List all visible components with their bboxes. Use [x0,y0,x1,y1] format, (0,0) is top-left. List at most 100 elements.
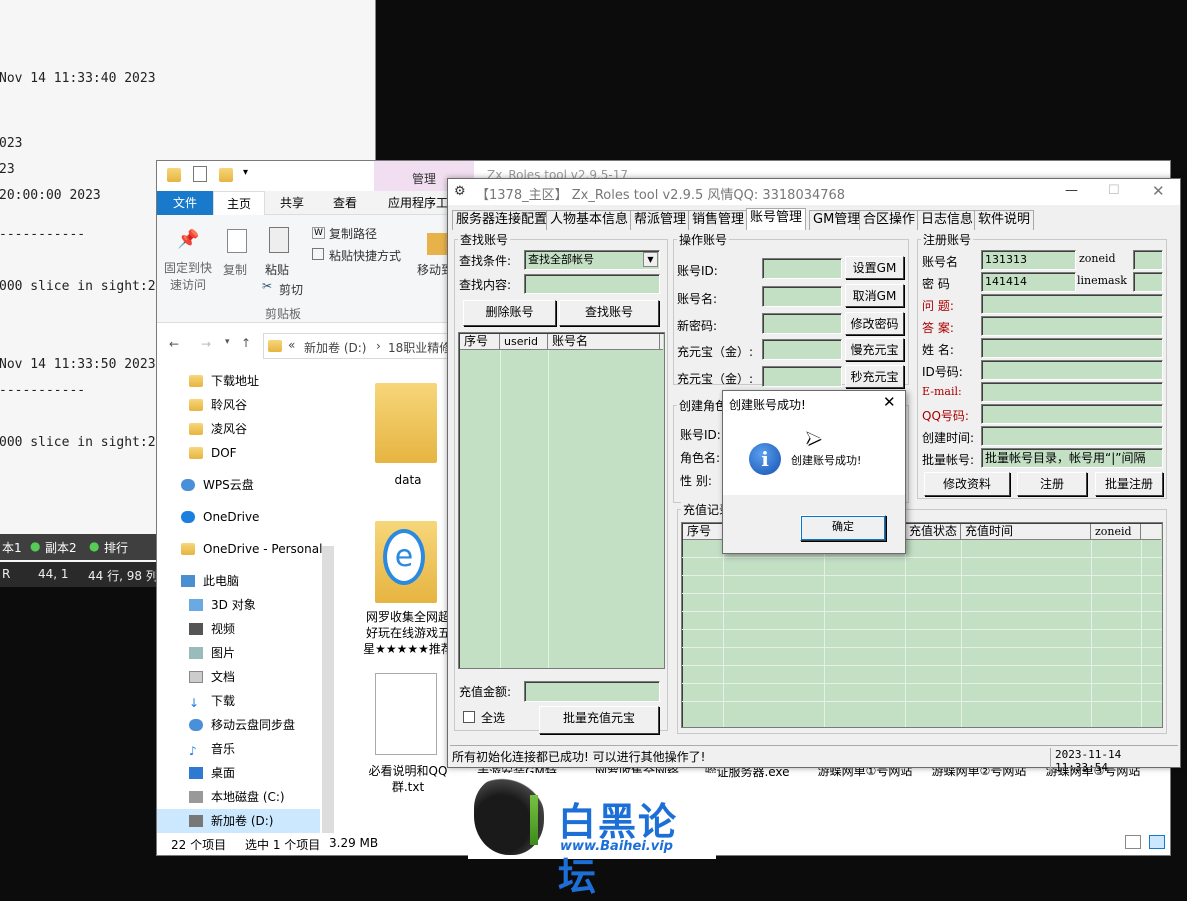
tab-merge-zone[interactable]: 合区操作 [859,210,920,230]
nav-item[interactable]: 桌面 [189,761,235,785]
select-all-checkbox[interactable] [463,711,475,723]
nav-item[interactable]: OneDrive - Personal [181,537,322,561]
slow-recharge-input[interactable] [762,339,842,360]
set-gm-button[interactable]: 设置GM [845,256,904,279]
nav-item[interactable]: 凌风谷 [189,417,247,441]
recharge-amount-input[interactable] [524,681,660,702]
realname-input[interactable] [981,338,1163,358]
condition-select[interactable]: 查找全部帐号 ▼ [524,250,660,270]
reg-password-input[interactable]: 141414 [981,272,1076,292]
batch-account-input[interactable]: 批量帐号目录，帐号用“|”间隔 [981,448,1163,468]
properties-icon[interactable] [193,166,207,182]
close-icon[interactable]: ✕ [883,393,896,411]
nav-item-selected[interactable]: 新加卷 (D:) [157,809,320,833]
details-view-icon[interactable] [1125,835,1141,849]
paste-shortcut-button[interactable]: 粘贴快捷方式 [329,247,401,264]
tab-character-info[interactable]: 人物基本信息 [546,210,633,230]
breadcrumb-overflow[interactable]: « [288,338,295,352]
nav-item[interactable]: ♪ 音乐 [189,737,235,761]
back-icon[interactable]: ← [169,337,179,351]
email-input[interactable] [981,382,1163,402]
breadcrumb-folder[interactable]: 18职业精修 [388,339,451,356]
nav-item[interactable]: 本地磁盘 (C:) [189,785,285,809]
batch-register-button[interactable]: 批量注册 [1095,472,1163,496]
nav-item[interactable]: WPS云盘 [181,473,254,497]
large-icons-view-icon[interactable] [1149,835,1165,849]
tab-share[interactable]: 共享 [267,191,317,215]
nav-item[interactable]: ↓ 下载 [189,689,235,713]
file-item-readme[interactable]: 必看说明和QQ群.txt [363,763,453,795]
nav-scrollbar[interactable] [322,546,334,836]
chevron-down-icon[interactable]: ▾ [243,167,248,178]
file-item-data[interactable]: data [363,473,453,487]
tab-account-manage[interactable]: 账号管理 [746,208,807,230]
question-input[interactable] [981,294,1163,314]
tab-guild[interactable]: 帮派管理 [630,210,691,230]
forward-icon[interactable]: → [201,337,211,351]
tab-sales[interactable]: 销售管理 [688,210,749,230]
nav-item[interactable]: 移动云盘同步盘 [189,713,295,737]
file-item-games[interactable]: 网罗收集全网超好玩在线游戏五星★★★★★推荐 [363,609,453,657]
cut-button[interactable]: 剪切 [279,281,303,298]
col-zoneid[interactable]: zoneid [1091,524,1141,540]
terminal-tab[interactable]: 排行 [104,539,128,556]
paste-button[interactable]: 粘贴 [261,261,293,278]
nav-item[interactable]: 聆风谷 [189,393,247,417]
nav-item[interactable]: 下载地址 [189,369,259,393]
account-list-grid[interactable]: 序号 userid 账号名 [458,332,665,669]
nav-item[interactable]: OneDrive [181,505,259,529]
tab-gm-manage[interactable]: GM管理 [809,210,865,230]
change-password-button[interactable]: 修改密码 [845,312,904,335]
col-userid[interactable]: userid [500,334,548,350]
terminal-tab[interactable]: 副本2 [45,539,77,556]
maximize-icon[interactable]: ☐ [1108,183,1120,198]
nav-item[interactable]: 3D 对象 [189,593,256,617]
close-icon[interactable]: ✕ [1152,182,1165,200]
fast-recharge-button[interactable]: 秒充元宝 [845,365,904,388]
pin-quick-access-button[interactable]: 固定到快速访问 [162,259,214,293]
batch-recharge-button[interactable]: 批量充值元宝 [539,706,659,734]
tab-home[interactable]: 主页 [213,191,265,215]
search-content-input[interactable] [524,274,660,294]
delete-account-button[interactable]: 删除账号 [463,300,556,326]
recent-chevron-icon[interactable]: ▾ [225,337,230,347]
col-index[interactable]: 序号 [683,524,723,540]
qq-input[interactable] [981,404,1163,424]
breadcrumb-drive[interactable]: 新加卷 (D:) [304,339,366,356]
chevron-down-icon[interactable]: ▼ [643,252,658,267]
idcard-input[interactable] [981,360,1163,380]
tab-about[interactable]: 软件说明 [974,210,1035,230]
terminal-tab[interactable]: 本1 [2,539,22,556]
col-index[interactable]: 序号 [460,334,500,350]
tab-server-config[interactable]: 服务器连接配置 [452,210,552,230]
cancel-gm-button[interactable]: 取消GM [845,284,904,307]
slow-recharge-button[interactable]: 慢充元宝 [845,338,904,361]
account-id-input[interactable] [762,258,842,279]
tab-file[interactable]: 文件 [157,191,213,215]
ok-button[interactable]: 确定 [800,515,886,541]
find-account-button[interactable]: 查找账号 [559,300,659,326]
zoneid-input[interactable] [1133,250,1163,270]
manage-tab[interactable]: 管理 [412,170,436,187]
reg-account-input[interactable]: 131313 [981,250,1076,270]
nav-item[interactable]: 图片 [189,641,235,665]
linemask-input[interactable] [1133,272,1163,292]
new-password-input[interactable] [762,313,842,334]
tab-view[interactable]: 查看 [320,191,370,215]
minimize-icon[interactable]: — [1065,183,1078,198]
nav-item[interactable]: 视频 [189,617,235,641]
copy-path-button[interactable]: 复制路径 [329,225,377,242]
fast-recharge-input[interactable] [762,366,842,387]
edit-profile-button[interactable]: 修改资料 [924,472,1010,496]
copy-button[interactable]: 复制 [219,261,251,278]
address-bar[interactable]: « 新加卷 (D:) › 18职业精修 [263,333,463,359]
nav-item[interactable]: 此电脑 [181,569,239,593]
up-icon[interactable]: ↑ [241,336,251,350]
register-button[interactable]: 注册 [1017,472,1087,496]
tab-logs[interactable]: 日志信息 [917,210,978,230]
col-status[interactable]: 充值状态 [905,524,961,540]
nav-item[interactable]: DOF [189,441,237,465]
created-time-input[interactable] [981,426,1163,446]
answer-input[interactable] [981,316,1163,336]
nav-item[interactable]: 文档 [189,665,235,689]
